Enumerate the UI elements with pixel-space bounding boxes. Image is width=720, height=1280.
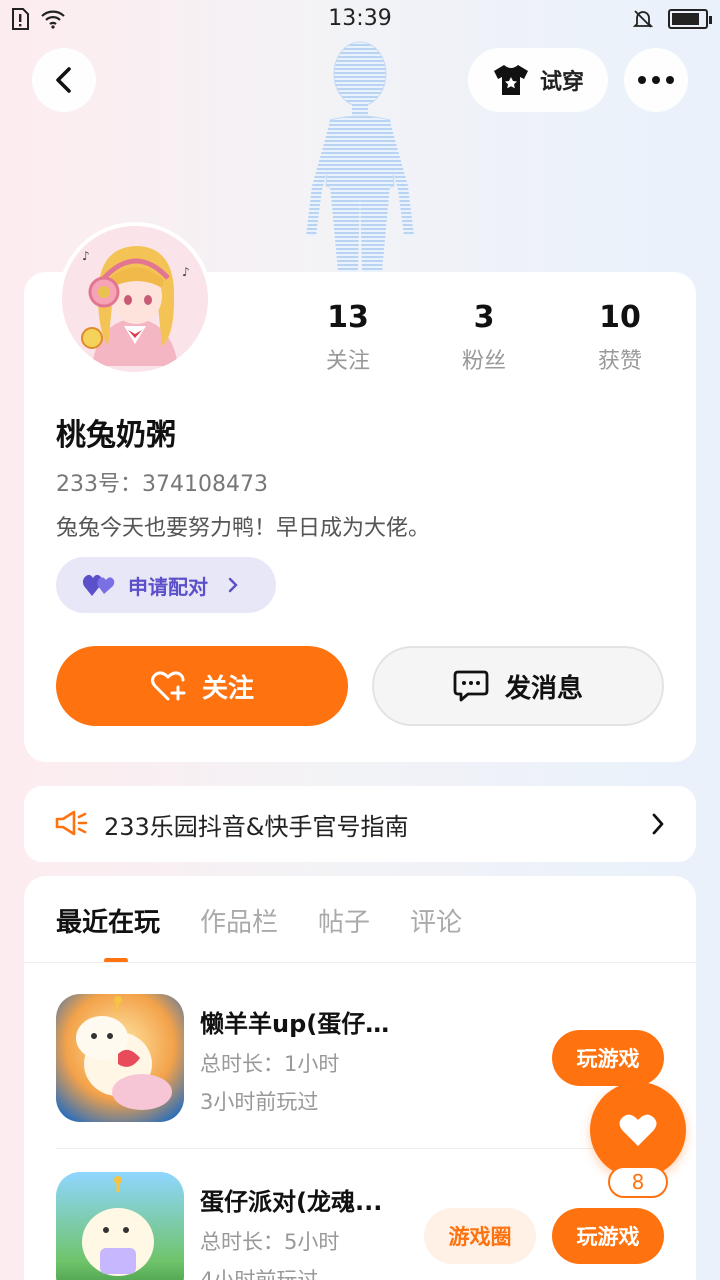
pair-request-button[interactable]: 申请配对	[56, 557, 276, 613]
tab-posts[interactable]: 帖子	[318, 902, 370, 939]
message-label: 发消息	[504, 673, 583, 704]
play-game-button[interactable]: 玩游戏	[552, 1208, 664, 1264]
battery-icon	[668, 9, 712, 29]
game-icon[interactable]	[56, 994, 184, 1122]
status-time: 13:39	[328, 6, 392, 31]
game-name: 蛋仔派对(龙魂...	[200, 1188, 383, 1216]
tab-recent-games[interactable]: 最近在玩	[56, 902, 160, 939]
heart-icon	[619, 1114, 657, 1146]
message-button[interactable]: 发消息	[372, 646, 664, 726]
game-name: 懒羊羊up(蛋仔派对)	[200, 1010, 410, 1038]
play-game-button[interactable]: 玩游戏	[552, 1030, 664, 1086]
stat-followers[interactable]: 3 粉丝	[416, 300, 552, 375]
game-row[interactable]: 懒羊羊up(蛋仔派对) 总时长：1小时 3小时前玩过 玩游戏	[56, 994, 664, 1124]
status-bar: 13:39	[0, 0, 720, 40]
announcement-text: 233乐园抖音&快手官号指南	[104, 812, 409, 841]
chat-bubble-icon	[453, 670, 489, 702]
stat-likes[interactable]: 10 获赞	[552, 300, 688, 375]
tryon-button[interactable]: 试穿	[468, 48, 608, 112]
back-arrow-icon	[56, 67, 71, 93]
divider	[56, 1148, 664, 1149]
announcement-bar[interactable]: 233乐园抖音&快手官号指南	[24, 786, 696, 862]
avatar[interactable]: ♪ ♪	[58, 222, 212, 376]
like-button[interactable]	[590, 1082, 686, 1178]
stat-value: 13	[327, 300, 369, 335]
game-row[interactable]: 蛋仔派对(龙魂... 总时长：5小时 4小时前玩过 游戏圈 玩游戏	[56, 1172, 664, 1280]
avatar-3d-figure[interactable]	[290, 36, 430, 272]
bio: 兔兔今天也要努力鸭！早日成为大佬。	[56, 516, 431, 541]
tab-bar: 最近在玩 作品栏 帖子 评论	[56, 902, 462, 939]
follow-button[interactable]: 关注	[56, 646, 348, 726]
like-count: 8	[608, 1166, 668, 1198]
svg-text:♪: ♪	[82, 249, 90, 263]
stat-value: 3	[473, 300, 495, 335]
back-button[interactable]	[32, 48, 96, 112]
user-id: 233号：374108473	[56, 472, 268, 497]
tshirt-icon	[493, 65, 528, 95]
chevron-right-icon	[228, 577, 238, 593]
chevron-right-icon	[652, 813, 664, 835]
svg-text:♪: ♪	[182, 265, 190, 279]
game-duration: 总时长：1小时	[200, 1052, 340, 1076]
tab-comments[interactable]: 评论	[410, 902, 462, 939]
stat-label: 粉丝	[461, 349, 506, 374]
stat-following[interactable]: 13 关注	[280, 300, 416, 375]
heart-plus-icon	[150, 671, 186, 701]
tryon-label: 试穿	[539, 70, 584, 95]
pair-label: 申请配对	[128, 574, 208, 599]
divider	[24, 962, 696, 963]
stat-label: 关注	[325, 349, 370, 374]
game-last-played: 3小时前玩过	[200, 1090, 319, 1114]
profile-stats: 13 关注 3 粉丝 10 获赞	[280, 300, 688, 375]
stat-value: 10	[599, 300, 641, 335]
stat-label: 获赞	[597, 349, 642, 374]
follow-label: 关注	[201, 673, 254, 704]
megaphone-icon	[55, 810, 88, 836]
more-dots-icon	[638, 76, 674, 84]
bell-mute-icon	[632, 10, 654, 28]
game-circle-button[interactable]: 游戏圈	[424, 1208, 536, 1264]
game-duration: 总时长：5小时	[200, 1230, 340, 1254]
game-last-played: 4小时前玩过	[200, 1268, 319, 1280]
couple-hearts-icon	[82, 574, 115, 596]
nickname: 桃兔奶粥	[56, 418, 176, 453]
more-button[interactable]	[624, 48, 688, 112]
content-card: 最近在玩 作品栏 帖子 评论 懒羊羊up(蛋仔派对) 总时长：1小时 3小时前玩…	[24, 876, 696, 1280]
game-icon[interactable]	[56, 1172, 184, 1280]
tab-works[interactable]: 作品栏	[200, 902, 278, 939]
avatar-illustration: ♪ ♪	[62, 226, 208, 372]
